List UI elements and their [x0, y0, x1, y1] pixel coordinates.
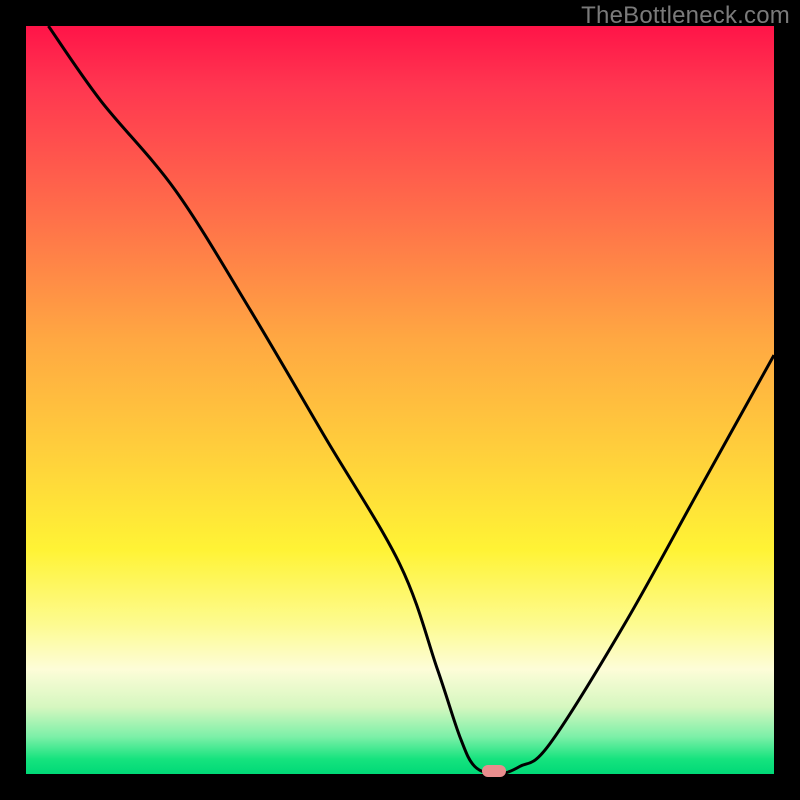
watermark-text: TheBottleneck.com — [581, 2, 790, 30]
bottleneck-curve-path — [48, 26, 774, 774]
optimum-marker — [482, 765, 506, 777]
plot-area — [26, 26, 774, 774]
curve-svg — [26, 26, 774, 774]
chart-container: TheBottleneck.com — [0, 0, 800, 800]
